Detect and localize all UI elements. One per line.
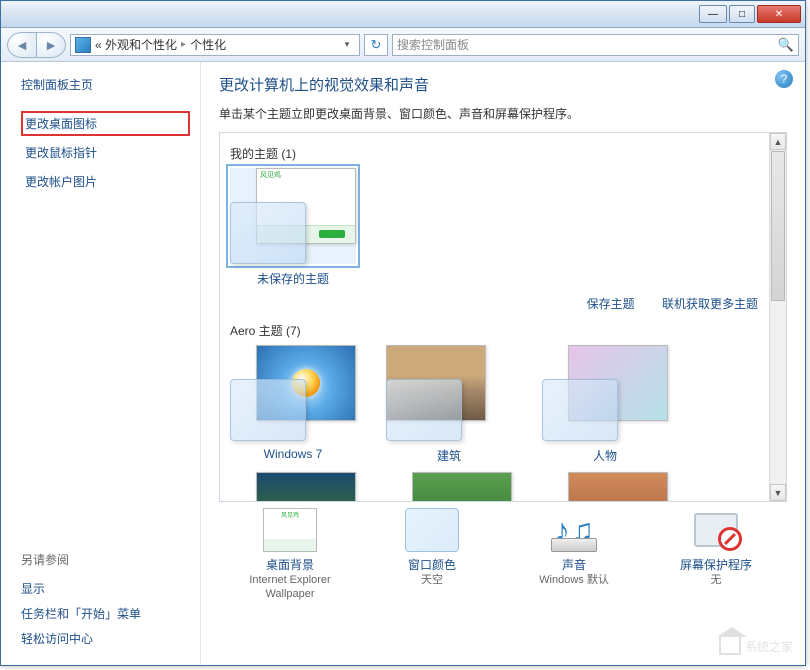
- address-dropdown-icon[interactable]: ▾: [339, 39, 355, 50]
- see-also-display[interactable]: 显示: [21, 576, 190, 601]
- theme-glass-thumb: [230, 379, 306, 441]
- scrollbar[interactable]: ▲ ▼: [769, 133, 786, 501]
- setting-value: 无: [651, 573, 781, 587]
- theme-glass-thumb: [230, 202, 306, 264]
- refresh-button[interactable]: ↻: [364, 34, 388, 56]
- window-color-button[interactable]: 窗口颜色 天空: [367, 508, 497, 602]
- scroll-thumb[interactable]: [771, 151, 785, 301]
- control-panel-icon: [75, 37, 91, 53]
- scroll-down-icon[interactable]: ▼: [770, 484, 786, 501]
- navbar: ◄ ► « 外观和个性化 ▸ 个性化 ▾ ↻ 搜索控制面板 🔍: [1, 28, 805, 62]
- maximize-button[interactable]: □: [729, 5, 755, 23]
- theme-item[interactable]: [230, 472, 356, 502]
- theme-name: 建筑: [386, 445, 512, 464]
- theme-windows7[interactable]: Windows 7: [230, 345, 356, 464]
- forward-button[interactable]: ►: [36, 32, 66, 58]
- theme-wallpaper-thumb: [568, 472, 668, 502]
- see-also-label: 另请参阅: [21, 551, 190, 568]
- help-icon[interactable]: ?: [775, 70, 793, 88]
- close-button[interactable]: ✕: [757, 5, 801, 23]
- see-also-ease-of-access[interactable]: 轻松访问中心: [21, 626, 190, 651]
- theme-item[interactable]: [542, 472, 668, 502]
- get-more-themes-link[interactable]: 联机获取更多主题: [662, 297, 758, 311]
- save-theme-link[interactable]: 保存主题: [587, 297, 635, 311]
- screensaver-icon: [689, 508, 743, 552]
- search-input[interactable]: 搜索控制面板 🔍: [392, 34, 799, 56]
- setting-value: 天空: [367, 573, 497, 587]
- theme-name: 未保存的主题: [230, 268, 356, 287]
- breadcrumb-prefix: «: [95, 38, 102, 52]
- house-icon: [719, 637, 741, 655]
- theme-glass-thumb: [386, 379, 462, 441]
- sidebar: 控制面板主页 更改桌面图标 更改鼠标指针 更改帐户图片 另请参阅 显示 任务栏和…: [1, 62, 201, 665]
- address-bar[interactable]: « 外观和个性化 ▸ 个性化 ▾: [70, 34, 360, 56]
- setting-title: 声音: [509, 556, 639, 573]
- bottom-settings-row: 风见鸡 桌面背景 Internet Explorer Wallpaper 窗口颜…: [219, 502, 787, 602]
- setting-value: Internet Explorer Wallpaper: [225, 573, 355, 602]
- desktop-background-button[interactable]: 风见鸡 桌面背景 Internet Explorer Wallpaper: [225, 508, 355, 602]
- main-content: ? 更改计算机上的视觉效果和声音 单击某个主题立即更改桌面背景、窗口颜色、声音和…: [201, 62, 805, 665]
- breadcrumb-personalization[interactable]: 个性化: [190, 36, 226, 53]
- theme-name: Windows 7: [230, 445, 356, 461]
- minimize-button[interactable]: —: [699, 5, 727, 23]
- sidebar-change-mouse-pointers[interactable]: 更改鼠标指针: [21, 140, 190, 165]
- my-themes-label: 我的主题 (1): [230, 145, 776, 162]
- sidebar-change-desktop-icons[interactable]: 更改桌面图标: [21, 111, 190, 136]
- setting-title: 桌面背景: [225, 556, 355, 573]
- setting-title: 屏幕保护程序: [651, 556, 781, 573]
- theme-list: ▲ ▼ 我的主题 (1) 风见鸡 未保存的主题: [219, 132, 787, 502]
- sounds-button[interactable]: ♪♫ 声音 Windows 默认: [509, 508, 639, 602]
- theme-item[interactable]: [386, 472, 512, 502]
- scroll-up-icon[interactable]: ▲: [770, 133, 786, 150]
- aero-themes-label: Aero 主题 (7): [230, 322, 776, 339]
- window-color-icon: [405, 508, 459, 552]
- screensaver-button[interactable]: 屏幕保护程序 无: [651, 508, 781, 602]
- desktop-background-icon: 风见鸡: [263, 508, 317, 552]
- chevron-right-icon: ▸: [181, 39, 186, 50]
- control-panel-home-link[interactable]: 控制面板主页: [21, 76, 190, 93]
- page-description: 单击某个主题立即更改桌面背景、窗口颜色、声音和屏幕保护程序。: [219, 105, 787, 122]
- theme-glass-thumb: [542, 379, 618, 441]
- setting-title: 窗口颜色: [367, 556, 497, 573]
- theme-architecture[interactable]: 建筑: [386, 345, 512, 464]
- theme-wallpaper-thumb: [256, 472, 356, 502]
- sound-icon: ♪♫: [547, 508, 601, 552]
- setting-value: Windows 默认: [509, 573, 639, 587]
- theme-unsaved[interactable]: 风见鸡 未保存的主题: [230, 168, 356, 287]
- page-title: 更改计算机上的视觉效果和声音: [219, 74, 787, 95]
- watermark: 系统之家: [719, 637, 793, 655]
- theme-characters[interactable]: 人物: [542, 345, 668, 464]
- back-button[interactable]: ◄: [7, 32, 37, 58]
- breadcrumb-appearance[interactable]: 外观和个性化: [105, 36, 177, 53]
- search-placeholder: 搜索控制面板: [397, 36, 469, 53]
- titlebar: — □ ✕: [1, 1, 805, 28]
- search-icon: 🔍: [778, 37, 794, 53]
- theme-name: 人物: [542, 445, 668, 464]
- personalization-window: — □ ✕ ◄ ► « 外观和个性化 ▸ 个性化 ▾ ↻ 搜索控制面板 🔍 控制…: [0, 0, 806, 666]
- theme-wallpaper-thumb: [412, 472, 512, 502]
- see-also-taskbar-start[interactable]: 任务栏和「开始」菜单: [21, 601, 190, 626]
- sidebar-change-account-picture[interactable]: 更改帐户图片: [21, 169, 190, 194]
